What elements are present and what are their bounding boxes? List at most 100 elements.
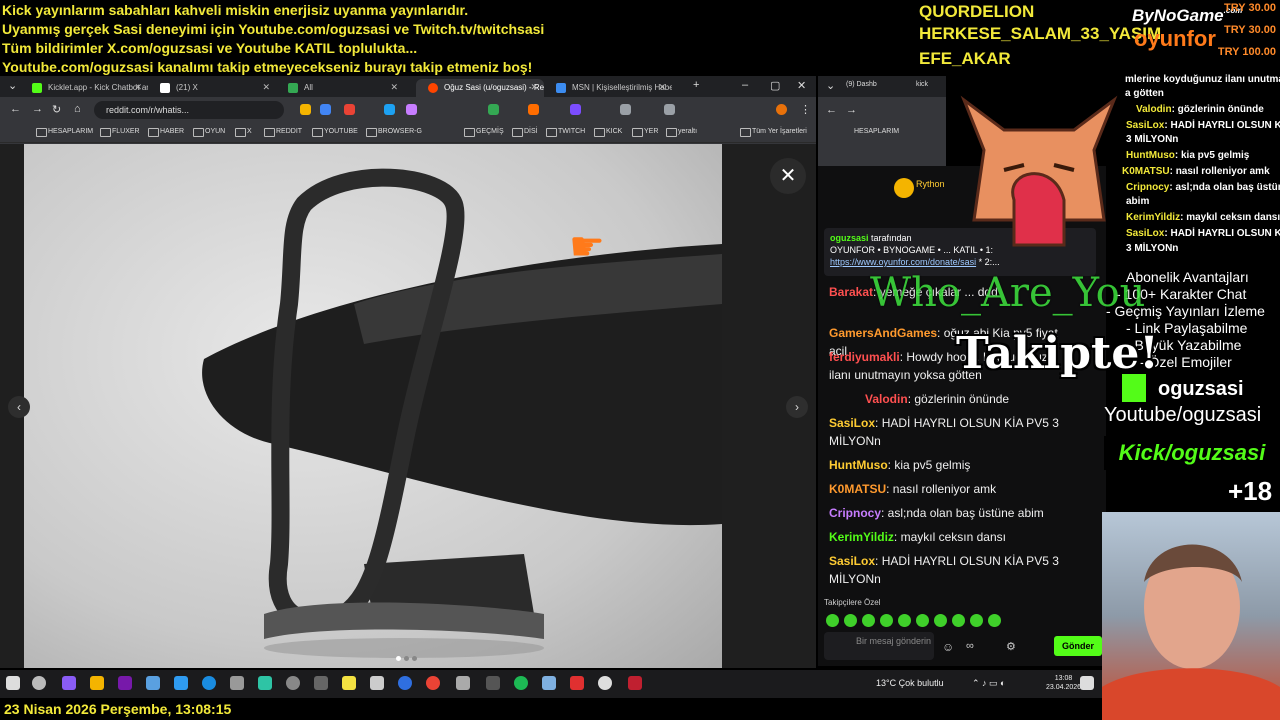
tab-search-icon[interactable]: ⌄ [826, 79, 835, 92]
back-icon[interactable]: ← [826, 104, 837, 116]
bookmark-star-icon[interactable] [620, 104, 631, 115]
extension-icon[interactable] [384, 104, 395, 115]
camera-icon[interactable] [230, 676, 244, 690]
menu-icon[interactable]: ⋮ [800, 103, 811, 116]
forward-icon[interactable]: → [846, 104, 857, 116]
back-icon[interactable]: ← [10, 103, 21, 115]
onenote-icon[interactable] [118, 676, 132, 690]
tab-kicklet[interactable]: Kicklet.app - Kick Chatbot and ✕ [20, 79, 148, 97]
bookmark-folder[interactable]: Tüm Yer İşaretleri [740, 128, 807, 137]
emote-icon[interactable] [988, 614, 1001, 627]
extension-icon[interactable] [300, 104, 311, 115]
emote-icon[interactable] [916, 614, 929, 627]
profile-avatar[interactable] [776, 104, 787, 115]
app-icon[interactable] [514, 676, 528, 690]
emoji-picker-icon[interactable]: ☺ [942, 640, 954, 654]
bookmark-folder[interactable]: TWITCH [546, 128, 585, 137]
chat-username[interactable]: K0MATSU [829, 482, 886, 496]
app-icon[interactable] [314, 676, 328, 690]
bookmark-folder[interactable]: FLUXER [100, 128, 140, 137]
extension-icon[interactable] [570, 104, 581, 115]
previous-image-button[interactable]: ‹ [8, 396, 30, 418]
emote-icon[interactable] [934, 614, 947, 627]
windows-start-icon[interactable] [6, 676, 20, 690]
forward-icon[interactable]: → [32, 103, 43, 115]
reload-icon[interactable]: ↻ [52, 103, 61, 116]
address-bar[interactable]: reddit.com/r/whatis... [94, 101, 284, 119]
bookmark-folder[interactable]: HABER [148, 128, 184, 137]
bookmark-folder[interactable]: DİSİ [512, 128, 538, 137]
tab-reddit[interactable]: Oğuz Sasi (u/oguzsasi) - Reddit✕ [416, 79, 544, 97]
app-icon[interactable] [174, 676, 188, 690]
extension-icon[interactable] [406, 104, 417, 115]
chat-input[interactable]: Bir mesaj gönderin [824, 632, 934, 660]
extension-icon[interactable] [488, 104, 499, 115]
next-image-button[interactable]: › [786, 396, 808, 418]
tab-dashboard[interactable]: (9) Dashb [846, 81, 877, 88]
weather-widget[interactable]: 13°C Çok bulutlu [876, 678, 944, 688]
chat-username[interactable]: Barakat [829, 285, 873, 299]
tray-icons[interactable]: ⌃ ♪ ▭ ◐ [972, 678, 1005, 689]
app-icon[interactable] [456, 676, 470, 690]
tab-x[interactable]: (21) X ✕ [148, 79, 276, 97]
chat-username[interactable]: GamersAndGames [829, 326, 937, 340]
app-icon[interactable] [542, 676, 556, 690]
app-icon[interactable] [146, 676, 160, 690]
emote-icon[interactable] [862, 614, 875, 627]
chat-username[interactable]: HuntMuso [829, 458, 888, 472]
extension-icon[interactable] [344, 104, 355, 115]
search-icon[interactable] [32, 676, 46, 690]
bookmark-folder[interactable]: YOUTUBE [312, 128, 358, 137]
notification-icon[interactable] [1080, 676, 1094, 690]
extension-icon[interactable] [528, 104, 539, 115]
bookmark-folder[interactable]: OYUN [193, 128, 225, 137]
chat-username[interactable]: SasiLox [829, 416, 875, 430]
bookmark-folder[interactable]: KICK [594, 128, 622, 137]
emote-icon[interactable] [970, 614, 983, 627]
app-icon[interactable] [628, 676, 642, 690]
close-window-icon[interactable]: ✕ [797, 79, 806, 92]
app-icon[interactable] [398, 676, 412, 690]
file-explorer-icon[interactable] [90, 676, 104, 690]
downloads-icon[interactable] [664, 104, 675, 115]
carousel-dots[interactable] [396, 648, 422, 661]
edge-icon[interactable] [202, 676, 216, 690]
bookmark-folder[interactable]: HESAPLARIM [854, 128, 899, 135]
home-icon[interactable]: ⌂ [74, 103, 81, 115]
chat-tools-icon[interactable]: ∞ [966, 640, 974, 652]
bookmark-folder[interactable]: GEÇMİŞ [464, 128, 504, 137]
chat-username[interactable]: SasiLox [829, 554, 875, 568]
chat-username[interactable]: KerimYildiz [829, 530, 894, 544]
close-tab-icon[interactable]: ✕ [658, 82, 666, 93]
bookmark-folder[interactable]: YER [632, 128, 658, 137]
tab-kick[interactable]: kick [916, 81, 928, 88]
emote-icon[interactable] [826, 614, 839, 627]
tab-all[interactable]: All ✕ [276, 79, 404, 97]
app-icon[interactable] [342, 676, 356, 690]
chatgpt-icon[interactable] [598, 676, 612, 690]
emote-icon[interactable] [898, 614, 911, 627]
close-tab-icon[interactable]: ✕ [390, 82, 398, 93]
chrome-icon[interactable] [426, 676, 440, 690]
minimize-icon[interactable]: – [742, 79, 748, 91]
bookmark-folder[interactable]: BROWSER-G [366, 128, 422, 137]
app-icon[interactable] [370, 676, 384, 690]
chat-username[interactable]: ferdiyumakli [829, 350, 900, 364]
extension-icon[interactable] [320, 104, 331, 115]
close-tab-icon[interactable]: ✕ [530, 82, 538, 93]
emote-icon[interactable] [952, 614, 965, 627]
app-icon[interactable] [286, 676, 300, 690]
bookmark-folder[interactable]: REDDIT [264, 128, 302, 137]
settings-icon[interactable]: ⚙ [1006, 640, 1016, 653]
new-tab-icon[interactable]: + [693, 79, 699, 91]
tab-msn[interactable]: MSN | Kişiselleştirilmiş Haber ✕ [544, 79, 672, 97]
bookmark-folder[interactable]: X [235, 128, 252, 137]
pinned-link[interactable]: https://www.oyunfor.com/donate/sasi [830, 257, 976, 267]
maximize-icon[interactable]: ▢ [770, 79, 780, 92]
close-tab-icon[interactable]: ✕ [134, 82, 142, 93]
system-clock[interactable]: 13:08 23.04.2026 [1046, 674, 1081, 692]
chat-username[interactable]: Cripnocy [829, 506, 881, 520]
close-tab-icon[interactable]: ✕ [262, 82, 270, 93]
app-icon[interactable] [486, 676, 500, 690]
bookmark-folder[interactable]: HESAPLARIM [36, 128, 93, 137]
